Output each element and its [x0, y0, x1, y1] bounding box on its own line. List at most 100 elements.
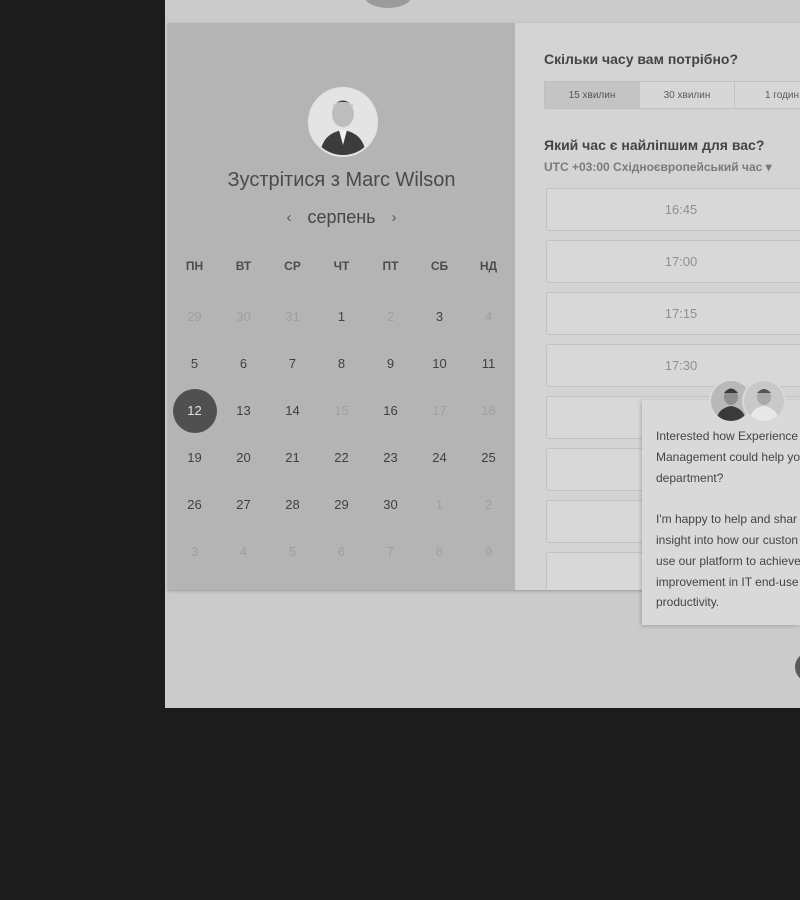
calendar-day[interactable]: 20	[219, 434, 268, 481]
calendar-day-number: 22	[334, 450, 349, 465]
calendar-day-number: 16	[383, 403, 398, 418]
calendar-day-number: 3	[435, 309, 444, 324]
duration-tab[interactable]: 15 хвилин	[545, 82, 640, 108]
calendar-day-number: 3	[190, 544, 199, 559]
calendar-day-number: 28	[285, 497, 300, 512]
calendar-day[interactable]: 27	[219, 481, 268, 528]
calendar-day[interactable]: 9	[366, 340, 415, 387]
weekday-label: НД	[479, 259, 498, 273]
month-label: серпень	[307, 207, 376, 227]
calendar-day[interactable]: 13	[219, 387, 268, 434]
weekday-label: ВТ	[235, 259, 252, 273]
duration-options: 15 хвилин 30 хвилин 1 годин	[544, 81, 800, 109]
calendar-day-number: 2	[484, 497, 493, 512]
calendar-day-number: 29	[187, 309, 202, 324]
calendar-day-number: 30	[383, 497, 398, 512]
chat-popup[interactable]: Interested how Experience Management cou…	[642, 400, 800, 625]
calendar-day: 31	[268, 293, 317, 340]
calendar-day: 4	[219, 528, 268, 575]
calendar-day-number: 1	[337, 309, 346, 324]
calendar-day[interactable]: 5	[170, 340, 219, 387]
calendar-day: 30	[219, 293, 268, 340]
calendar-day[interactable]: 8	[317, 340, 366, 387]
calendar-day: 15	[317, 387, 366, 434]
calendar-day[interactable]: 6	[219, 340, 268, 387]
calendar-grid: 29 30 31 1 2 3 4 5 6 7 8 9 10 11 12 13 14 15 16 17 18 19 20 21 2…	[170, 293, 513, 575]
timezone-selector[interactable]: UTC +03:00 Східноєвропейський час ▾	[544, 160, 772, 174]
person-avatar-icon	[310, 89, 376, 155]
calendar-day-number: 13	[236, 403, 251, 418]
calendar-day: 29	[170, 293, 219, 340]
chat-message: Interested how Experience Management cou…	[656, 429, 800, 610]
calendar-day-number: 17	[432, 403, 447, 418]
calendar-day: 5	[268, 528, 317, 575]
calendar-day-number: 7	[386, 544, 395, 559]
person-avatar-icon	[749, 389, 779, 421]
calendar-day[interactable]: 16	[366, 387, 415, 434]
duration-tab[interactable]: 1 годин	[735, 82, 800, 108]
calendar-day[interactable]: 22	[317, 434, 366, 481]
calendar-day-number: 9	[386, 356, 395, 371]
calendar-day-number: 23	[383, 450, 398, 465]
calendar-day-number: 8	[337, 356, 346, 371]
calendar-day[interactable]: 19	[170, 434, 219, 481]
chevron-left-icon[interactable]: ‹	[286, 209, 291, 226]
calendar-day[interactable]: 26	[170, 481, 219, 528]
calendar-day-number: 27	[236, 497, 251, 512]
calendar-day-selected[interactable]: 12	[170, 387, 219, 434]
calendar-day[interactable]: 14	[268, 387, 317, 434]
calendar-day: 18	[464, 387, 513, 434]
agent-avatar-2	[742, 379, 786, 423]
weekday-label: ЧТ	[333, 259, 350, 273]
calendar-day[interactable]: 29	[317, 481, 366, 528]
calendar-day[interactable]: 3	[415, 293, 464, 340]
calendar-day-number: 24	[432, 450, 447, 465]
calendar-day-number: 5	[190, 356, 199, 371]
calendar-day[interactable]: 28	[268, 481, 317, 528]
chevron-right-icon[interactable]: ›	[392, 209, 397, 226]
calendar-day-number: 2	[386, 309, 395, 324]
calendar-day[interactable]: 11	[464, 340, 513, 387]
calendar-day-number: 9	[484, 544, 493, 559]
calendar-day-number: 10	[432, 356, 447, 371]
calendar-day: 2	[366, 293, 415, 340]
calendar-day-number: 5	[288, 544, 297, 559]
calendar-day: 6	[317, 528, 366, 575]
calendar-day: 8	[415, 528, 464, 575]
calendar-day[interactable]: 10	[415, 340, 464, 387]
calendar-day: 3	[170, 528, 219, 575]
weekday-header: ПН ВТ СР ЧТ ПТ СБ НД	[170, 259, 513, 273]
calendar-day[interactable]: 24	[415, 434, 464, 481]
calendar-day[interactable]: 21	[268, 434, 317, 481]
calendar-day-number: 8	[435, 544, 444, 559]
calendar-day: 9	[464, 528, 513, 575]
calendar-day[interactable]: 7	[268, 340, 317, 387]
calendar-day-number: 31	[285, 309, 300, 324]
calendar-day-number: 25	[481, 450, 496, 465]
time-question: Який час є найліпшим для вас?	[544, 137, 765, 153]
calendar-day-number: 20	[236, 450, 251, 465]
calendar-day-number: 15	[334, 403, 349, 418]
calendar-day[interactable]: 30	[366, 481, 415, 528]
calendar-day-number: 14	[285, 403, 300, 418]
duration-tab[interactable]: 30 хвилин	[640, 82, 735, 108]
host-avatar	[308, 87, 378, 157]
calendar-day[interactable]: 1	[317, 293, 366, 340]
time-slot-button[interactable]: 17:15	[546, 292, 800, 335]
calendar-day: 1	[415, 481, 464, 528]
weekday-label: СР	[284, 259, 301, 273]
weekday-label: ПН	[185, 259, 204, 273]
calendar-day-number: 1	[435, 497, 444, 512]
month-navigation: ‹ серпень ›	[168, 207, 515, 228]
calendar-day[interactable]: 23	[366, 434, 415, 481]
time-slot-button[interactable]: 16:45	[546, 188, 800, 231]
calendar-day-number: 26	[187, 497, 202, 512]
weekday-label: СБ	[430, 259, 449, 273]
calendar-panel: Зустрітися з Marc Wilson ‹ серпень › ПН В…	[168, 23, 515, 590]
host-title: Зустрітися з Marc Wilson	[227, 169, 456, 191]
calendar-day-number: 6	[337, 544, 346, 559]
calendar-day-number: 4	[484, 309, 493, 324]
calendar-day[interactable]: 25	[464, 434, 513, 481]
calendar-day-number: 29	[334, 497, 349, 512]
time-slot-button[interactable]: 17:00	[546, 240, 800, 283]
